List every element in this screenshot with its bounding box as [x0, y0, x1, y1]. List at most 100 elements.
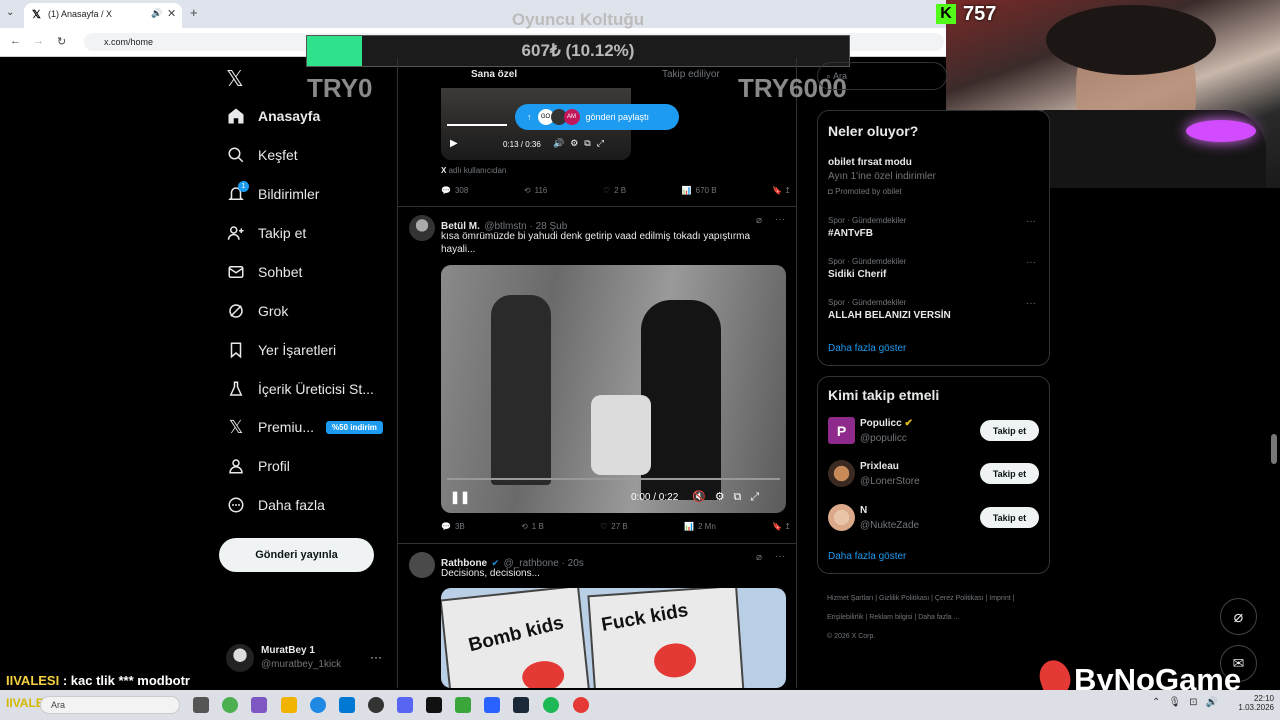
tab-following[interactable]: Takip ediliyor	[662, 69, 720, 80]
clock[interactable]: 22:10 1.03.2026	[1226, 694, 1274, 712]
avatar[interactable]	[226, 644, 254, 672]
sidebar-item-bookmarks[interactable]: Yer İşaretleri	[226, 338, 336, 362]
suggestion-handle[interactable]: @LonerStore	[860, 476, 920, 487]
bookmark-button[interactable]: 🔖 ↥	[772, 186, 791, 195]
x-logo-icon[interactable]: 𝕏	[226, 66, 244, 92]
spotify-icon[interactable]	[543, 697, 559, 713]
sidebar-item-more[interactable]: Daha fazla	[226, 493, 325, 517]
trend-more-icon[interactable]: ···	[1026, 257, 1036, 268]
sidebar-item-creator-studio[interactable]: İçerik Üreticisi St...	[226, 377, 374, 401]
reload-icon[interactable]: ↻	[57, 35, 66, 48]
sidebar-item-chat[interactable]: Sohbet	[226, 260, 302, 284]
avatar[interactable]	[828, 460, 855, 487]
taskbar-search[interactable]: Ara	[40, 696, 180, 714]
discord-icon[interactable]	[397, 697, 413, 713]
reply-button[interactable]: 💬 3B	[441, 522, 465, 531]
video-controls-icon[interactable]: 🔇⚙⧉⤢	[692, 490, 768, 504]
like-button[interactable]: ♡ 27 B	[600, 522, 628, 531]
close-tab-icon[interactable]: ✕	[167, 7, 176, 20]
views-button[interactable]: 📊 670 B	[682, 186, 717, 195]
footer-link[interactable]: Erişilebilirlik	[827, 614, 864, 621]
new-tab-button[interactable]: +	[190, 5, 198, 20]
sidebar-item-grok[interactable]: Grok	[226, 299, 288, 323]
edge-icon[interactable]	[310, 697, 326, 713]
chrome-icon[interactable]	[222, 697, 238, 713]
footer-link[interactable]: Hizmet Şartları	[827, 595, 873, 602]
suggestion-name[interactable]: Populicc ✔	[860, 418, 913, 429]
sidebar-item-follow[interactable]: Takip et	[226, 221, 306, 245]
minecraft-icon[interactable]	[455, 697, 471, 713]
browser-tab[interactable]: 𝕏 (1) Anasayfa / X 🔊 ✕	[24, 3, 182, 28]
store-icon[interactable]	[339, 697, 355, 713]
grok-icon[interactable]: ⌀	[756, 215, 762, 226]
suggestion-name[interactable]: Prixleau	[860, 461, 899, 472]
copilot-icon[interactable]	[251, 697, 267, 713]
back-icon[interactable]: ←	[10, 35, 21, 47]
footer-link[interactable]: Daha fazla ...	[918, 614, 959, 621]
avatar[interactable]	[828, 504, 855, 531]
footer-link[interactable]: Çerez Politikası	[935, 595, 984, 602]
avatar[interactable]	[409, 552, 435, 578]
notification-badge: 1	[238, 181, 249, 192]
reply-button[interactable]: 💬 308	[441, 186, 468, 195]
sidebar-item-premium[interactable]: 𝕏 Premiu... %50 indirim	[226, 415, 383, 439]
repost-button[interactable]: ⟲ 116	[524, 186, 547, 195]
footer-link[interactable]: Reklam bilgisi	[869, 614, 912, 621]
follow-button[interactable]: Takip et	[980, 420, 1039, 441]
sidebar-item-home[interactable]: Anasayfa	[226, 104, 320, 128]
suggestion-handle[interactable]: @populicc	[860, 433, 907, 444]
footer-link[interactable]: Imprint	[989, 595, 1010, 602]
sidebar-item-profile[interactable]: Profil	[226, 454, 290, 478]
promo-name[interactable]: obilet fırsat modu	[828, 157, 912, 168]
trends-show-more-link[interactable]: Daha fazla göster	[828, 343, 906, 354]
sidebar-item-explore[interactable]: Keşfet	[226, 143, 298, 167]
search-input[interactable]: ⌕ Ara	[817, 62, 947, 90]
sidebar-item-notifications[interactable]: 1 Bildirimler	[226, 181, 319, 206]
forward-icon[interactable]: →	[33, 35, 44, 47]
play-icon[interactable]: ▶	[450, 138, 458, 149]
tweet-more-icon[interactable]: ···	[775, 551, 785, 562]
trend-item[interactable]: #ANTvFB	[828, 228, 873, 239]
follow-button[interactable]: Takip et	[980, 463, 1039, 484]
share-pill[interactable]: ↑ GO AM gönderi paylaştı	[515, 104, 679, 130]
pause-icon[interactable]: ❚❚	[450, 490, 470, 504]
obs-icon[interactable]	[368, 697, 384, 713]
task-view-icon[interactable]	[193, 697, 209, 713]
follow-button[interactable]: Takip et	[980, 507, 1039, 528]
steam-icon[interactable]	[513, 697, 529, 713]
tab-for-you[interactable]: Sana özel	[471, 69, 517, 80]
app-icon[interactable]	[484, 697, 500, 713]
like-button[interactable]: ♡ 2 B	[603, 186, 626, 195]
footer-link[interactable]: Gizlilik Politikası	[879, 595, 929, 602]
suggestion-handle[interactable]: @NukteZade	[860, 520, 919, 531]
trend-more-icon[interactable]: ···	[1026, 216, 1036, 227]
source-attribution[interactable]: X adlı kullanıcıdan	[441, 166, 506, 175]
video-seekbar[interactable]	[447, 478, 780, 480]
repost-button[interactable]: ⟲ 1 B	[521, 522, 544, 531]
video-player[interactable]: ❚❚ 0:00 / 0:22 🔇⚙⧉⤢	[441, 265, 786, 513]
bookmark-button[interactable]: 🔖 ↥	[772, 522, 791, 531]
account-more-icon[interactable]: ···	[370, 650, 382, 664]
avatar[interactable]	[409, 215, 435, 241]
system-tray-icons[interactable]: ⌃🎙⊡🔊	[1152, 697, 1226, 708]
tweet-more-icon[interactable]: ···	[775, 214, 785, 225]
post-button[interactable]: Gönderi yayınla	[219, 538, 374, 572]
grok-float-button[interactable]: ⌀	[1220, 598, 1257, 635]
file-explorer-icon[interactable]	[281, 697, 297, 713]
page-scrollbar[interactable]	[1271, 434, 1277, 464]
follow-show-more-link[interactable]: Daha fazla göster	[828, 551, 906, 562]
avatar[interactable]: P	[828, 417, 855, 444]
trend-item[interactable]: ALLAH BELANIZI VERSİN	[828, 310, 951, 321]
grok-icon[interactable]: ⌀	[756, 552, 762, 563]
trend-more-icon[interactable]: ···	[1026, 298, 1036, 309]
video-seekbar[interactable]	[447, 124, 507, 126]
speaker-icon[interactable]: 🔊	[151, 8, 162, 19]
trend-item[interactable]: Sidiki Cherif	[828, 269, 886, 280]
meme-image[interactable]: Bomb kids Fuck kids	[441, 588, 786, 688]
chrome-active-icon[interactable]	[573, 697, 589, 713]
capcut-icon[interactable]	[426, 697, 442, 713]
views-button[interactable]: 📊 2 Mn	[684, 522, 716, 531]
video-controls-icon[interactable]: 🔊⚙⧉⤢	[553, 138, 610, 149]
suggestion-name[interactable]: N	[860, 505, 867, 516]
tab-list-button[interactable]: ⌄	[6, 7, 14, 18]
